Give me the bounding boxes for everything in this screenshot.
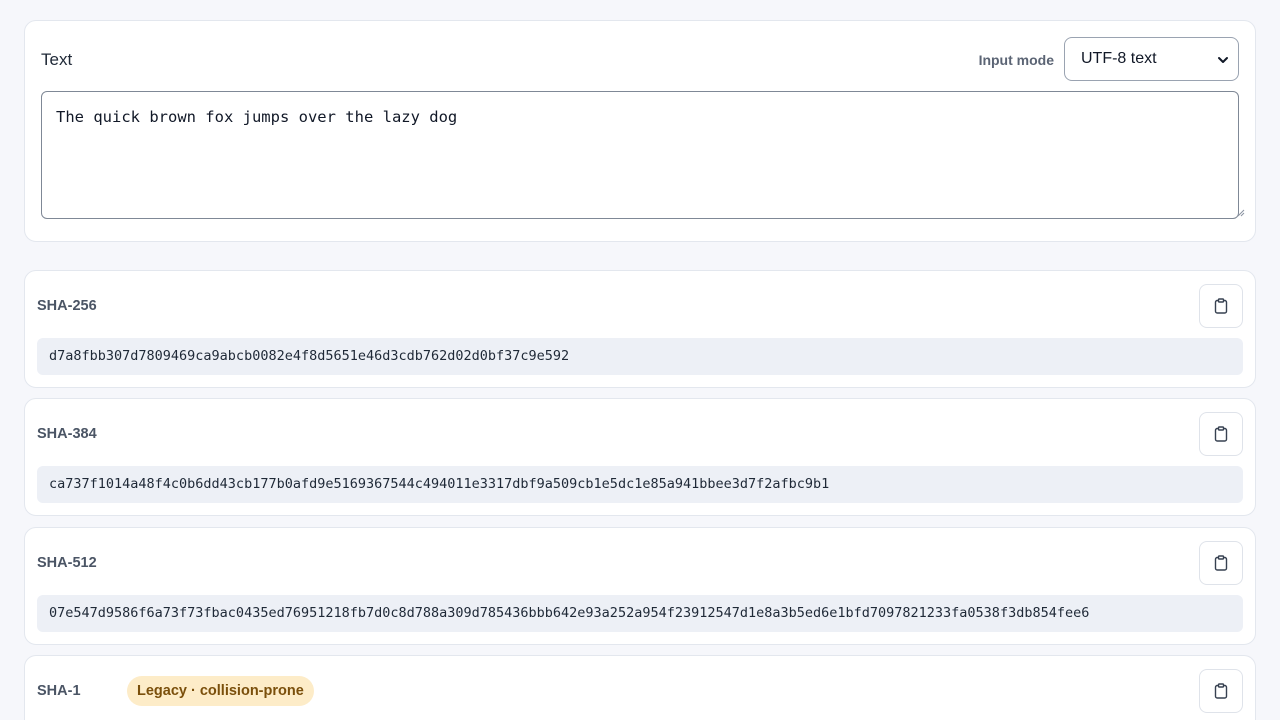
clipboard-icon <box>1214 298 1228 314</box>
copy-sha512-button[interactable] <box>1199 541 1243 585</box>
input-mode-value: UTF-8 text <box>1081 50 1157 67</box>
resize-grip-icon[interactable] <box>1236 208 1245 217</box>
input-mode-select[interactable]: UTF-8 text <box>1064 37 1239 81</box>
hash-name: SHA-384 <box>37 426 97 442</box>
clipboard-icon <box>1214 426 1228 442</box>
copy-sha384-button[interactable] <box>1199 412 1243 456</box>
input-card: Text Input mode UTF-8 text The quick bro… <box>24 20 1256 242</box>
hash-card-sha1: SHA-1 Legacy · collision-prone <box>24 655 1256 720</box>
input-title: Text <box>41 50 73 69</box>
copy-sha256-button[interactable] <box>1199 284 1243 328</box>
hash-card-sha384: SHA-384 ca737f1014a48f4c0b6dd43cb177b0af… <box>24 398 1256 516</box>
hash-name: SHA-512 <box>37 555 97 571</box>
clipboard-icon <box>1214 555 1228 571</box>
legacy-badge: Legacy · collision-prone <box>127 676 314 706</box>
hash-digest: d7a8fbb307d7809469ca9abcb0082e4f8d5651e4… <box>37 338 1243 375</box>
clipboard-icon <box>1214 683 1228 699</box>
hash-digest: 07e547d9586f6a73f73fbac0435ed76951218fb7… <box>37 595 1243 632</box>
input-mode-label: Input mode <box>978 52 1054 68</box>
hash-card-sha512: SHA-512 07e547d9586f6a73f73fbac0435ed769… <box>24 527 1256 645</box>
hash-name: SHA-1 <box>37 683 81 699</box>
chevron-down-icon <box>1218 57 1228 63</box>
copy-sha1-button[interactable] <box>1199 669 1243 713</box>
text-input[interactable]: The quick brown fox jumps over the lazy … <box>41 91 1239 219</box>
hash-card-sha256: SHA-256 d7a8fbb307d7809469ca9abcb0082e4f… <box>24 270 1256 388</box>
hash-name: SHA-256 <box>37 298 97 314</box>
hash-digest: ca737f1014a48f4c0b6dd43cb177b0afd9e51693… <box>37 466 1243 503</box>
